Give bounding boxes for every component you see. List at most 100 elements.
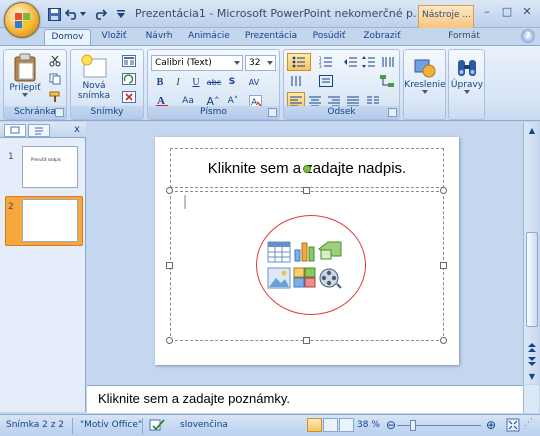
delete-slide-icon[interactable] bbox=[117, 88, 141, 106]
scroll-up-icon[interactable]: ▲ bbox=[525, 123, 539, 137]
slides-group-label: Snímky bbox=[71, 106, 143, 119]
close-button[interactable]: ✕ bbox=[518, 4, 536, 19]
text-direction-icon[interactable] bbox=[287, 72, 305, 90]
layout-icon[interactable] bbox=[117, 52, 141, 70]
language[interactable]: slovenčina bbox=[180, 420, 228, 430]
font-group-label: Písmo bbox=[148, 106, 279, 119]
chevron-down-icon bbox=[267, 61, 273, 65]
resize-grip-icon[interactable]: ⋰ bbox=[524, 418, 533, 428]
zoom-level[interactable]: 38 % bbox=[357, 420, 380, 430]
office-button[interactable] bbox=[4, 2, 40, 38]
resize-handle[interactable] bbox=[440, 187, 447, 194]
save-icon[interactable] bbox=[46, 6, 62, 22]
font-name-field[interactable]: Calibri (Text) bbox=[151, 55, 243, 71]
zoom-slider-thumb[interactable] bbox=[410, 420, 416, 431]
tab-prezentacia[interactable]: Prezentácia bbox=[240, 29, 302, 46]
context-tab-drawing-tools[interactable]: Nástroje ... bbox=[418, 5, 474, 28]
scrollbar-thumb[interactable] bbox=[526, 232, 538, 327]
window-title: Prezentácia1 - Microsoft PowerPoint neko… bbox=[135, 7, 417, 20]
smartart-icon[interactable] bbox=[376, 72, 398, 90]
insert-clipart-icon[interactable] bbox=[293, 267, 317, 289]
svg-text:3: 3 bbox=[319, 64, 322, 68]
font-size-value: 32 bbox=[249, 58, 261, 68]
undo-icon[interactable] bbox=[64, 6, 80, 22]
zoom-out-icon[interactable]: ⊖ bbox=[386, 418, 396, 432]
insert-smartart-icon[interactable] bbox=[318, 240, 342, 262]
underline-icon[interactable]: U bbox=[187, 73, 205, 91]
maximize-button[interactable]: □ bbox=[498, 4, 516, 19]
slide-show-view-icon[interactable] bbox=[339, 418, 354, 432]
rotation-handle[interactable] bbox=[303, 165, 311, 173]
resize-handle[interactable] bbox=[166, 262, 173, 269]
paste-button[interactable]: Prilepiť bbox=[8, 53, 42, 97]
columns-icon[interactable] bbox=[379, 53, 397, 71]
resize-handle[interactable] bbox=[303, 337, 310, 344]
undo-dropdown-icon[interactable] bbox=[79, 6, 87, 22]
font-launcher-icon[interactable] bbox=[268, 108, 277, 117]
drawing-button[interactable]: Kreslenie bbox=[404, 56, 446, 94]
character-spacing-icon[interactable]: AV bbox=[241, 73, 267, 91]
cut-icon[interactable] bbox=[46, 52, 64, 70]
tab-navrh[interactable]: Návrh bbox=[140, 29, 178, 46]
redo-icon[interactable] bbox=[92, 6, 108, 22]
clipboard-launcher-icon[interactable] bbox=[55, 108, 64, 117]
tab-posudit[interactable]: Posúdiť bbox=[307, 29, 351, 46]
customize-quick-access-icon[interactable] bbox=[116, 6, 126, 22]
shadow-icon[interactable]: S bbox=[223, 73, 241, 91]
theme-name: "Motív Office" bbox=[80, 420, 143, 430]
tab-outline[interactable] bbox=[28, 124, 50, 137]
resize-handle[interactable] bbox=[166, 337, 173, 344]
slide-thumbnail-1[interactable]: Prerušiť nadpis bbox=[22, 146, 78, 188]
slide-canvas[interactable]: Kliknite sem a zadajte nadpis. bbox=[155, 137, 459, 365]
decrease-indent-icon[interactable] bbox=[341, 53, 359, 71]
align-text-icon[interactable] bbox=[314, 72, 338, 90]
next-slide-icon[interactable] bbox=[525, 354, 539, 368]
font-name-value: Calibri (Text) bbox=[155, 58, 212, 68]
scroll-down-icon[interactable]: ▼ bbox=[525, 369, 539, 383]
insert-table-icon[interactable] bbox=[267, 241, 291, 263]
format-painter-icon[interactable] bbox=[46, 88, 64, 106]
paragraph-launcher-icon[interactable] bbox=[388, 108, 397, 117]
slide-sorter-view-icon[interactable] bbox=[323, 418, 338, 432]
tab-domov[interactable]: Domov bbox=[44, 29, 91, 46]
resize-handle[interactable] bbox=[440, 337, 447, 344]
insert-media-icon[interactable] bbox=[318, 267, 342, 289]
strikethrough-icon[interactable]: abc bbox=[205, 73, 223, 91]
resize-handle[interactable] bbox=[440, 262, 447, 269]
notes-scrollbar[interactable] bbox=[523, 385, 539, 413]
editing-button[interactable]: Úpravy bbox=[450, 56, 484, 94]
reset-slide-icon[interactable] bbox=[117, 70, 141, 88]
numbering-icon[interactable]: 123 bbox=[314, 53, 338, 71]
notes-pane[interactable]: Kliknite sem a zadajte poznámky. bbox=[87, 385, 523, 413]
status-separator bbox=[72, 418, 73, 434]
font-size-field[interactable]: 32 bbox=[245, 55, 276, 71]
line-spacing-icon[interactable] bbox=[359, 53, 377, 71]
close-panel-icon[interactable]: x bbox=[74, 124, 80, 135]
vertical-scrollbar[interactable]: ▲ ▼ bbox=[523, 122, 539, 384]
zoom-in-icon[interactable]: ⊕ bbox=[486, 418, 496, 432]
tab-vlozit[interactable]: Vložiť bbox=[94, 29, 134, 46]
previous-slide-icon[interactable] bbox=[525, 340, 539, 354]
tab-zobrazit[interactable]: Zobraziť bbox=[356, 29, 408, 46]
new-slide-button[interactable]: Nová snímka bbox=[74, 53, 114, 101]
minimize-button[interactable]: – bbox=[478, 4, 496, 19]
ribbon-tabs: Domov Vložiť Návrh Animácie Prezentácia … bbox=[0, 28, 540, 46]
italic-icon[interactable]: I bbox=[169, 73, 187, 91]
normal-view-icon[interactable] bbox=[307, 418, 322, 432]
slide-thumbnail-2[interactable] bbox=[22, 199, 78, 242]
fit-to-window-icon[interactable] bbox=[506, 418, 520, 435]
insert-chart-icon[interactable] bbox=[293, 240, 317, 262]
help-icon[interactable]: ? bbox=[521, 29, 535, 43]
bold-icon[interactable]: B bbox=[151, 73, 169, 91]
binoculars-icon bbox=[458, 60, 476, 76]
insert-picture-icon[interactable] bbox=[267, 267, 291, 289]
resize-handle[interactable] bbox=[303, 187, 310, 194]
tab-slides-thumbnails[interactable] bbox=[4, 124, 26, 137]
resize-handle[interactable] bbox=[166, 187, 173, 194]
bullets-icon[interactable] bbox=[287, 53, 311, 71]
tab-animacie[interactable]: Animácie bbox=[184, 29, 234, 46]
proofing-icon[interactable] bbox=[149, 418, 165, 435]
tab-format[interactable]: Formát bbox=[440, 29, 488, 46]
group-font: Calibri (Text) 32 B I U abc S AV A Aa A˄… bbox=[147, 49, 280, 120]
copy-icon[interactable] bbox=[46, 70, 64, 88]
